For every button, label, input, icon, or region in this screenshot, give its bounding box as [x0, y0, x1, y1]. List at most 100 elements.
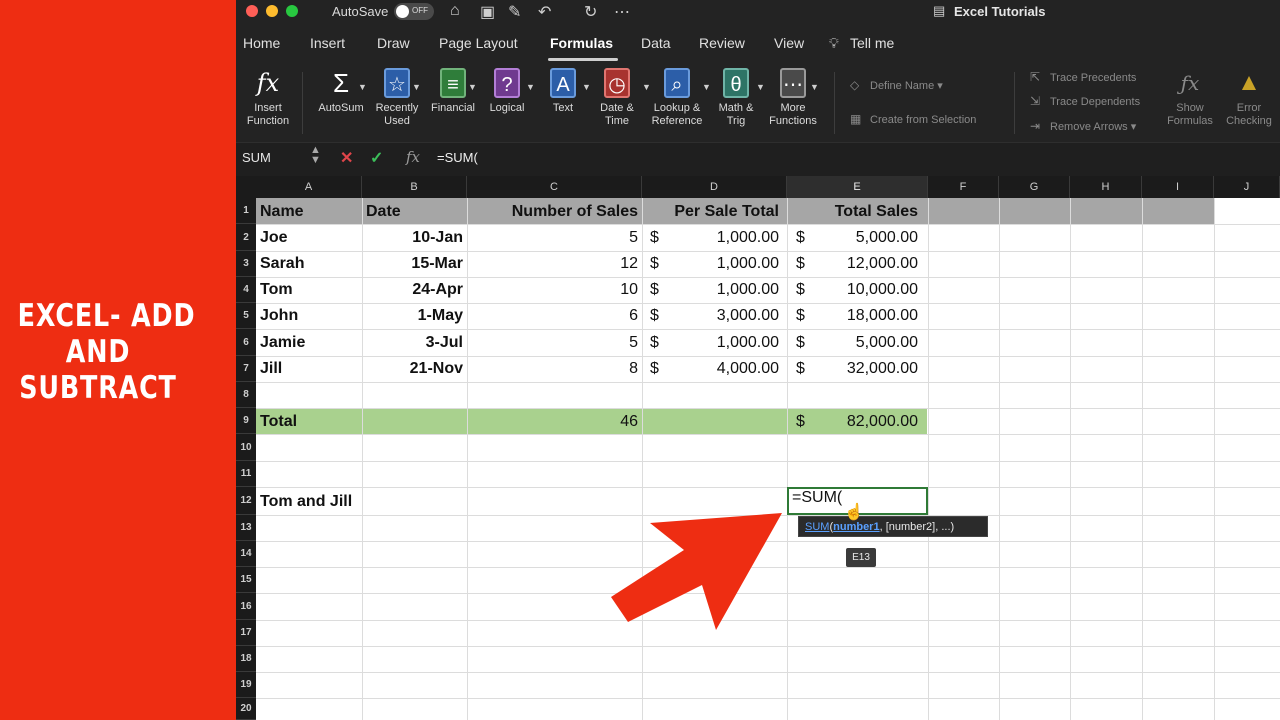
grand-total-cell[interactable]: 82,000.00: [787, 409, 918, 435]
recently-used-button[interactable]: ☆ Recently Used: [370, 68, 424, 128]
row-header[interactable]: 19: [236, 672, 256, 698]
name-box-stepper-icon[interactable]: ▲ ▼: [310, 145, 321, 166]
row-header[interactable]: 8: [236, 382, 256, 408]
header-cell-total[interactable]: Total Sales: [787, 199, 918, 225]
column-header-g[interactable]: G: [999, 176, 1070, 198]
column-header-d[interactable]: D: [642, 176, 787, 198]
math-trig-button[interactable]: θ Math & Trig: [710, 68, 762, 128]
row-header[interactable]: 7: [236, 356, 256, 382]
column-header-f[interactable]: F: [928, 176, 999, 198]
date-cell[interactable]: 21-Nov: [362, 356, 463, 382]
date-cell[interactable]: 3-Jul: [362, 330, 463, 356]
row-header[interactable]: 2: [236, 224, 256, 251]
row-header[interactable]: 5: [236, 303, 256, 329]
column-header-h[interactable]: H: [1070, 176, 1142, 198]
more-functions-button[interactable]: ⋯ More Functions: [766, 68, 820, 128]
column-header-i[interactable]: I: [1142, 176, 1214, 198]
header-cell-per-sale[interactable]: Per Sale Total: [642, 199, 779, 225]
tab-formulas[interactable]: Formulas: [550, 35, 613, 51]
autosave-toggle[interactable]: OFF: [394, 3, 434, 20]
row-header[interactable]: 20: [236, 698, 256, 720]
column-header-e[interactable]: E: [787, 176, 928, 198]
date-time-button[interactable]: ◷ Date & Time: [592, 68, 642, 128]
tab-view[interactable]: View: [774, 35, 804, 51]
row-header[interactable]: 15: [236, 567, 256, 593]
remove-arrows-button[interactable]: ⇥ Remove Arrows ▾: [1030, 119, 1136, 133]
header-cell-name[interactable]: Name: [260, 199, 304, 225]
define-name-button[interactable]: ◇ Define Name ▾: [850, 78, 943, 92]
tab-insert[interactable]: Insert: [310, 35, 345, 51]
name-cell[interactable]: John: [260, 303, 298, 329]
row-header[interactable]: 16: [236, 593, 256, 620]
redo-icon[interactable]: ↻: [584, 2, 597, 22]
tab-tell-me[interactable]: Tell me: [850, 35, 894, 51]
total-sales-count-cell[interactable]: 46: [467, 409, 638, 435]
sales-cell[interactable]: 12: [467, 251, 638, 277]
name-cell[interactable]: Sarah: [260, 251, 304, 277]
chevron-down-icon[interactable]: ▼: [756, 82, 765, 92]
date-cell[interactable]: 24-Apr: [362, 277, 463, 303]
name-cell[interactable]: Jill: [260, 356, 282, 382]
column-header-a[interactable]: A: [256, 176, 362, 198]
save-icon[interactable]: ▣: [480, 2, 495, 22]
per-sale-cell[interactable]: 3,000.00: [642, 303, 779, 329]
tab-draw[interactable]: Draw: [377, 35, 410, 51]
fx-icon[interactable]: fx: [406, 148, 420, 166]
sales-cell[interactable]: 10: [467, 277, 638, 303]
total-cell[interactable]: 32,000.00: [787, 356, 918, 382]
undo-icon[interactable]: ↶: [538, 2, 551, 22]
chevron-down-icon[interactable]: ▼: [412, 82, 421, 92]
per-sale-cell[interactable]: 1,000.00: [642, 251, 779, 277]
total-cell[interactable]: 5,000.00: [787, 330, 918, 356]
chevron-down-icon[interactable]: ▼: [810, 82, 819, 92]
total-cell[interactable]: 5,000.00: [787, 225, 918, 251]
select-all-corner[interactable]: [236, 176, 256, 198]
row-header[interactable]: 12: [236, 487, 256, 515]
edit-icon[interactable]: ✎: [508, 2, 521, 22]
sales-cell[interactable]: 6: [467, 303, 638, 329]
cancel-icon[interactable]: ✕: [340, 148, 353, 168]
name-cell[interactable]: Jamie: [260, 330, 305, 356]
per-sale-cell[interactable]: 1,000.00: [642, 330, 779, 356]
chevron-down-icon[interactable]: ▼: [526, 82, 535, 92]
sales-cell[interactable]: 5: [467, 330, 638, 356]
column-header-c[interactable]: C: [467, 176, 642, 198]
close-window-button[interactable]: [246, 5, 258, 17]
column-header-j[interactable]: J: [1214, 176, 1280, 198]
confirm-icon[interactable]: ✓: [370, 148, 383, 168]
row-header[interactable]: 4: [236, 277, 256, 303]
row-header[interactable]: 1: [236, 198, 256, 224]
header-cell-date[interactable]: Date: [366, 199, 401, 225]
row-header[interactable]: 9: [236, 408, 256, 434]
lookup-reference-button[interactable]: ⌕ Lookup & Reference: [648, 68, 706, 128]
chevron-down-icon[interactable]: ▼: [358, 82, 367, 92]
minimize-window-button[interactable]: [266, 5, 278, 17]
row-header[interactable]: 14: [236, 541, 256, 567]
row-header[interactable]: 11: [236, 461, 256, 487]
chevron-down-icon[interactable]: ▼: [582, 82, 591, 92]
row-header[interactable]: 17: [236, 620, 256, 646]
row-header[interactable]: 13: [236, 515, 256, 541]
header-cell-sales[interactable]: Number of Sales: [467, 199, 638, 225]
row-header[interactable]: 6: [236, 329, 256, 356]
zoom-window-button[interactable]: [286, 5, 298, 17]
per-sale-cell[interactable]: 1,000.00: [642, 277, 779, 303]
total-cell[interactable]: 18,000.00: [787, 303, 918, 329]
date-cell[interactable]: 1-May: [362, 303, 463, 329]
tab-data[interactable]: Data: [641, 35, 671, 51]
sales-cell[interactable]: 5: [467, 225, 638, 251]
date-cell[interactable]: 15-Mar: [362, 251, 463, 277]
row-header[interactable]: 10: [236, 434, 256, 461]
trace-dependents-button[interactable]: ⇲ Trace Dependents: [1030, 94, 1140, 108]
per-sale-cell[interactable]: 4,000.00: [642, 356, 779, 382]
insert-function-button[interactable]: fx Insert Function: [242, 68, 294, 128]
trace-precedents-button[interactable]: ⇱ Trace Precedents: [1030, 70, 1136, 84]
show-formulas-button[interactable]: ƒx Show Formulas: [1164, 68, 1216, 128]
total-cell[interactable]: 10,000.00: [787, 277, 918, 303]
home-icon[interactable]: ⌂: [450, 2, 460, 20]
tab-page-layout[interactable]: Page Layout: [439, 35, 518, 51]
name-box[interactable]: SUM: [242, 150, 271, 165]
active-cell-formula[interactable]: =SUM(: [792, 489, 842, 507]
name-cell[interactable]: Tom: [260, 277, 293, 303]
more-icon[interactable]: ⋯: [614, 2, 630, 22]
